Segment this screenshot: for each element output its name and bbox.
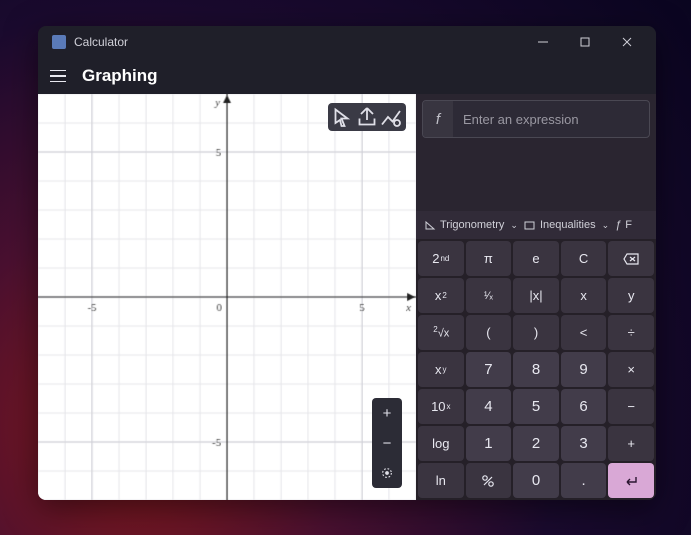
key-0[interactable]: 0 (513, 463, 559, 498)
functions-category[interactable]: ƒ F (615, 219, 632, 231)
key-7[interactable]: 7 (466, 352, 512, 387)
maximize-button[interactable] (564, 26, 606, 58)
inequality-icon (524, 219, 536, 231)
close-button[interactable] (606, 26, 648, 58)
key-⌫[interactable] (608, 241, 654, 276)
graph-canvas[interactable] (38, 94, 416, 500)
header: Graphing (38, 58, 656, 94)
calculator-window: Calculator Graphing + − f (38, 26, 656, 500)
expression-box[interactable]: f (422, 100, 650, 138)
function-icon: f (423, 101, 453, 137)
key-π[interactable]: π (466, 241, 512, 276)
key-x[interactable]: x (561, 278, 607, 313)
key-2ⁿᵈ[interactable]: 2nd (418, 241, 464, 276)
key-6[interactable]: 6 (561, 389, 607, 424)
zoom-in-button[interactable]: + (372, 398, 402, 428)
key-¹⁄ₓ[interactable]: ¹⁄ₓ (466, 278, 512, 313)
right-panel: f Trigonometry ⌄ Inequalities ⌄ ƒ (416, 94, 656, 500)
share-button[interactable] (355, 106, 379, 128)
expression-area: f (416, 94, 656, 144)
inequalities-category[interactable]: Inequalities ⌄ (524, 219, 609, 231)
expression-input[interactable] (453, 112, 649, 127)
key-log[interactable]: log (418, 426, 464, 461)
key-−[interactable]: − (608, 389, 654, 424)
key-([interactable]: ( (466, 315, 512, 350)
key-⁺⁄₋[interactable] (466, 463, 512, 498)
expression-spacer (416, 144, 656, 211)
chevron-down-icon: ⌄ (510, 220, 518, 231)
keypad: 2ndπeCx2¹⁄ₓ|x|xy2√x()<÷xy789×10x456−log1… (416, 239, 656, 500)
key-8[interactable]: 8 (513, 352, 559, 387)
titlebar: Calculator (38, 26, 656, 58)
trigonometry-category[interactable]: Trigonometry ⌄ (424, 219, 518, 231)
key-|x|[interactable]: |x| (513, 278, 559, 313)
key-1[interactable]: 1 (466, 426, 512, 461)
key-²√x[interactable]: 2√x (418, 315, 464, 350)
key-÷[interactable]: ÷ (608, 315, 654, 350)
category-bar: Trigonometry ⌄ Inequalities ⌄ ƒ F (416, 211, 656, 239)
key-3[interactable]: 3 (561, 426, 607, 461)
key-9[interactable]: 9 (561, 352, 607, 387)
angle-icon (424, 219, 436, 231)
key-e[interactable]: e (513, 241, 559, 276)
key-×[interactable]: × (608, 352, 654, 387)
minimize-button[interactable] (522, 26, 564, 58)
menu-button[interactable] (50, 66, 70, 86)
key-ln[interactable]: ln (418, 463, 464, 498)
key-x²[interactable]: x2 (418, 278, 464, 313)
key-y[interactable]: y (608, 278, 654, 313)
content: + − f Trigonometry ⌄ (38, 94, 656, 500)
key-<[interactable]: < (561, 315, 607, 350)
app-icon (52, 35, 66, 49)
function-f-icon: ƒ (615, 219, 621, 231)
zoom-out-button[interactable]: − (372, 428, 402, 458)
key-xʸ[interactable]: xy (418, 352, 464, 387)
zoom-reset-button[interactable] (372, 458, 402, 488)
graph-zoom: + − (372, 398, 402, 488)
graph-panel[interactable]: + − (38, 94, 416, 500)
graph-options-button[interactable] (379, 106, 403, 128)
key-4[interactable]: 4 (466, 389, 512, 424)
chevron-down-icon: ⌄ (602, 220, 610, 231)
trace-button[interactable] (331, 106, 355, 128)
key-)[interactable]: ) (513, 315, 559, 350)
app-title: Calculator (74, 35, 522, 49)
key-2[interactable]: 2 (513, 426, 559, 461)
key-10ˣ[interactable]: 10x (418, 389, 464, 424)
key-C[interactable]: C (561, 241, 607, 276)
graph-toolbar (328, 103, 406, 131)
key-.[interactable]: . (561, 463, 607, 498)
key-↵[interactable] (608, 463, 654, 498)
key-5[interactable]: 5 (513, 389, 559, 424)
key-+[interactable]: + (608, 426, 654, 461)
mode-title: Graphing (82, 66, 158, 86)
